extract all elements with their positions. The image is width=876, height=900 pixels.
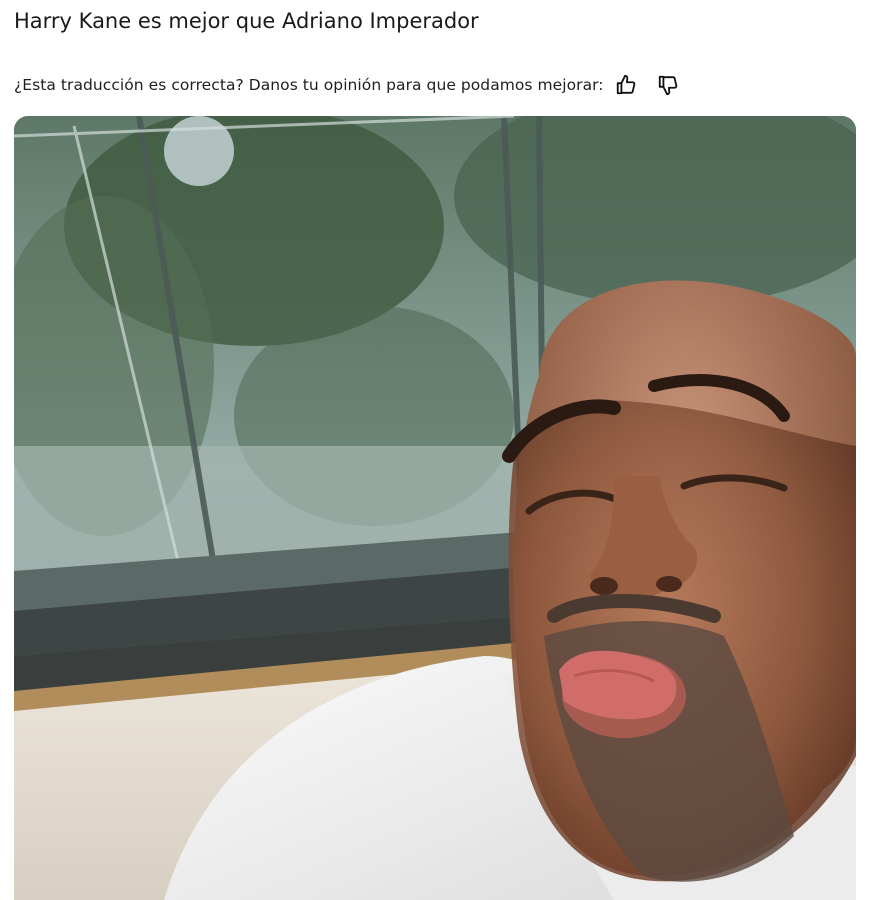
selfie-photo-illustration bbox=[14, 116, 856, 900]
translation-feedback: ¿Esta traducción es correcta? Danos tu o… bbox=[14, 71, 682, 99]
thumbs-down-button[interactable] bbox=[654, 71, 682, 99]
post-photo[interactable] bbox=[14, 116, 856, 900]
thumbs-up-icon bbox=[616, 74, 635, 95]
thumbs-down-icon bbox=[658, 75, 677, 96]
thumbs-up-button[interactable] bbox=[612, 71, 640, 99]
translation-feedback-prompt: ¿Esta traducción es correcta? Danos tu o… bbox=[14, 76, 604, 94]
post-title: Harry Kane es mejor que Adriano Imperado… bbox=[14, 9, 479, 33]
